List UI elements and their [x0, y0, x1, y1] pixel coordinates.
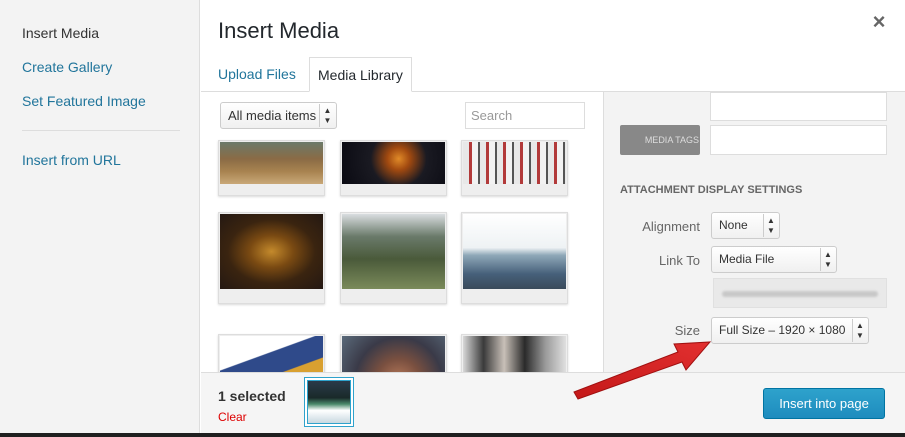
- menu-separator: [22, 130, 180, 131]
- link-to-value: Media File: [719, 252, 775, 266]
- tab-media-library[interactable]: Media Library: [309, 57, 412, 92]
- select-arrows-icon: ▲ ▼: [319, 104, 335, 127]
- selected-thumbnail[interactable]: [307, 380, 351, 424]
- clear-selection-link[interactable]: Clear: [218, 410, 247, 424]
- description-field[interactable]: [710, 92, 887, 121]
- size-value: Full Size – 1920 × 1080: [719, 323, 846, 337]
- media-thumbnail[interactable]: [461, 212, 568, 304]
- display-settings-heading: ATTACHMENT DISPLAY SETTINGS: [620, 184, 803, 196]
- media-tags-button[interactable]: MEDIA TAGS: [620, 125, 700, 155]
- link-url-field[interactable]: [713, 278, 887, 308]
- modal-title: Insert Media: [218, 18, 340, 43]
- alignment-label: Alignment: [642, 219, 700, 234]
- media-thumbnail[interactable]: [340, 140, 447, 196]
- menu-item-insert-from-url[interactable]: Insert from URL: [22, 152, 121, 168]
- menu-item-create-gallery[interactable]: Create Gallery: [22, 59, 112, 75]
- media-thumbnail[interactable]: [218, 334, 325, 372]
- menu-item-set-featured-image[interactable]: Set Featured Image: [22, 93, 146, 109]
- selection-count: 1 selected: [218, 388, 286, 404]
- alignment-select[interactable]: None ▲ ▼: [711, 212, 780, 239]
- media-tags-field[interactable]: [710, 125, 887, 155]
- link-to-select[interactable]: Media File ▲ ▼: [711, 246, 837, 273]
- close-icon[interactable]: ×: [868, 10, 890, 34]
- media-thumbnail[interactable]: [461, 334, 568, 372]
- media-thumbnail[interactable]: [218, 140, 325, 196]
- menu-item-insert-media[interactable]: Insert Media: [22, 25, 99, 41]
- select-arrows-icon: ▲ ▼: [763, 214, 778, 237]
- media-modal: Insert Media Create Gallery Set Featured…: [0, 0, 905, 433]
- media-thumbnail[interactable]: [461, 140, 568, 196]
- media-thumbnail[interactable]: [218, 212, 325, 304]
- media-thumbnail[interactable]: [340, 212, 447, 304]
- alignment-value: None: [719, 218, 748, 232]
- insert-into-page-button[interactable]: Insert into page: [763, 388, 885, 419]
- annotation-arrow: [573, 341, 712, 400]
- size-select[interactable]: Full Size – 1920 × 1080 ▲ ▼: [711, 317, 869, 344]
- tab-upload-files[interactable]: Upload Files: [210, 57, 304, 92]
- media-toolbar: 1 selected Clear Insert into page: [201, 372, 905, 433]
- select-arrows-icon: ▲ ▼: [820, 248, 835, 271]
- media-filter-value: All media items: [228, 108, 317, 123]
- link-to-label: Link To: [659, 253, 700, 268]
- select-arrows-icon: ▲ ▼: [852, 319, 867, 342]
- media-thumbnail[interactable]: [340, 334, 447, 372]
- search-input[interactable]: Search: [465, 102, 585, 129]
- attachments-browser: All media items ▲ ▼ Search: [201, 92, 603, 372]
- media-filter-select[interactable]: All media items ▲ ▼: [220, 102, 337, 129]
- media-menu: Insert Media Create Gallery Set Featured…: [0, 0, 200, 433]
